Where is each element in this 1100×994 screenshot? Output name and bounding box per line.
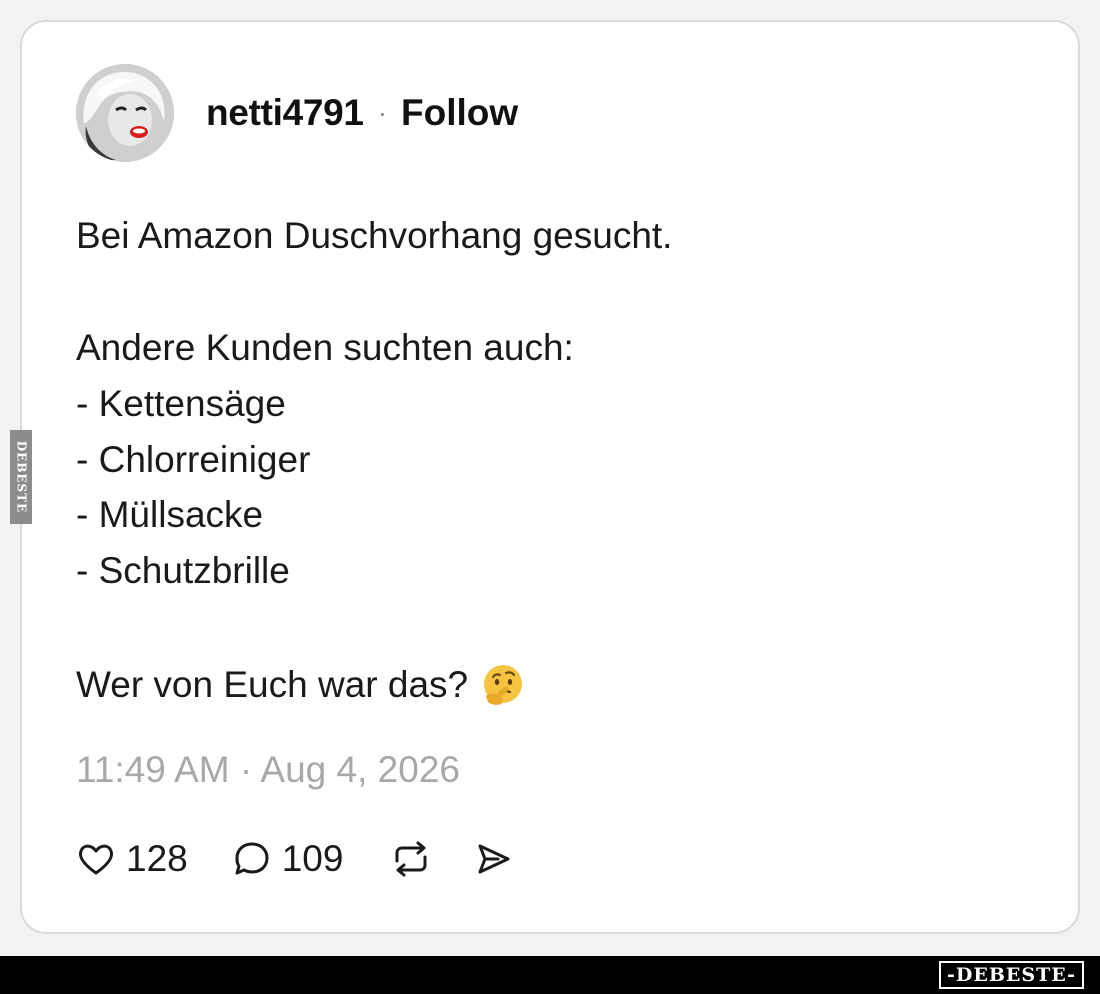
post-text-question: Wer von Euch war das? — [76, 664, 469, 705]
post-text-intro: Bei Amazon Duschvorhang gesucht. — [76, 215, 673, 256]
username[interactable]: netti4791 — [206, 92, 364, 134]
share-button[interactable] — [473, 839, 513, 879]
avatar[interactable] — [76, 64, 174, 162]
repost-button[interactable] — [389, 839, 433, 879]
follow-button[interactable]: Follow — [401, 92, 518, 134]
post-text-others: Andere Kunden suchten auch: — [76, 327, 574, 368]
side-watermark-text: DEBESTE — [14, 440, 28, 514]
post-header: netti4791 · Follow — [76, 64, 518, 162]
separator-dot: · — [377, 97, 388, 128]
reply-count: 109 — [281, 838, 344, 879]
thinking-face-icon — [484, 665, 523, 705]
reply-button[interactable]: 109 — [232, 838, 344, 880]
post-list-item: - Müllsacke — [76, 494, 264, 535]
footer-watermark: -DEBESTE- — [939, 961, 1084, 989]
like-count: 128 — [126, 838, 188, 879]
footer-bar: -DEBESTE- — [0, 956, 1100, 994]
post-card: netti4791 · Follow Bei Amazon Duschvorha… — [20, 20, 1080, 934]
post-list-item: - Chlorreiniger — [76, 439, 311, 480]
post-list-item: - Kettensäge — [76, 383, 286, 424]
heart-icon — [78, 844, 114, 875]
comment-icon — [235, 842, 269, 875]
repost-icon — [395, 841, 427, 877]
avatar-image — [76, 64, 174, 162]
send-icon — [478, 844, 510, 874]
post-text-question-line: Wer von Euch war das? — [76, 662, 526, 708]
side-watermark: DEBESTE — [10, 430, 32, 524]
post-list-item: - Schutzbrille — [76, 550, 290, 591]
like-button[interactable]: 128 — [76, 838, 188, 880]
action-bar: 128 109 — [76, 834, 513, 884]
post-timestamp: 11:49 AM · Aug 4, 2026 — [76, 749, 460, 790]
